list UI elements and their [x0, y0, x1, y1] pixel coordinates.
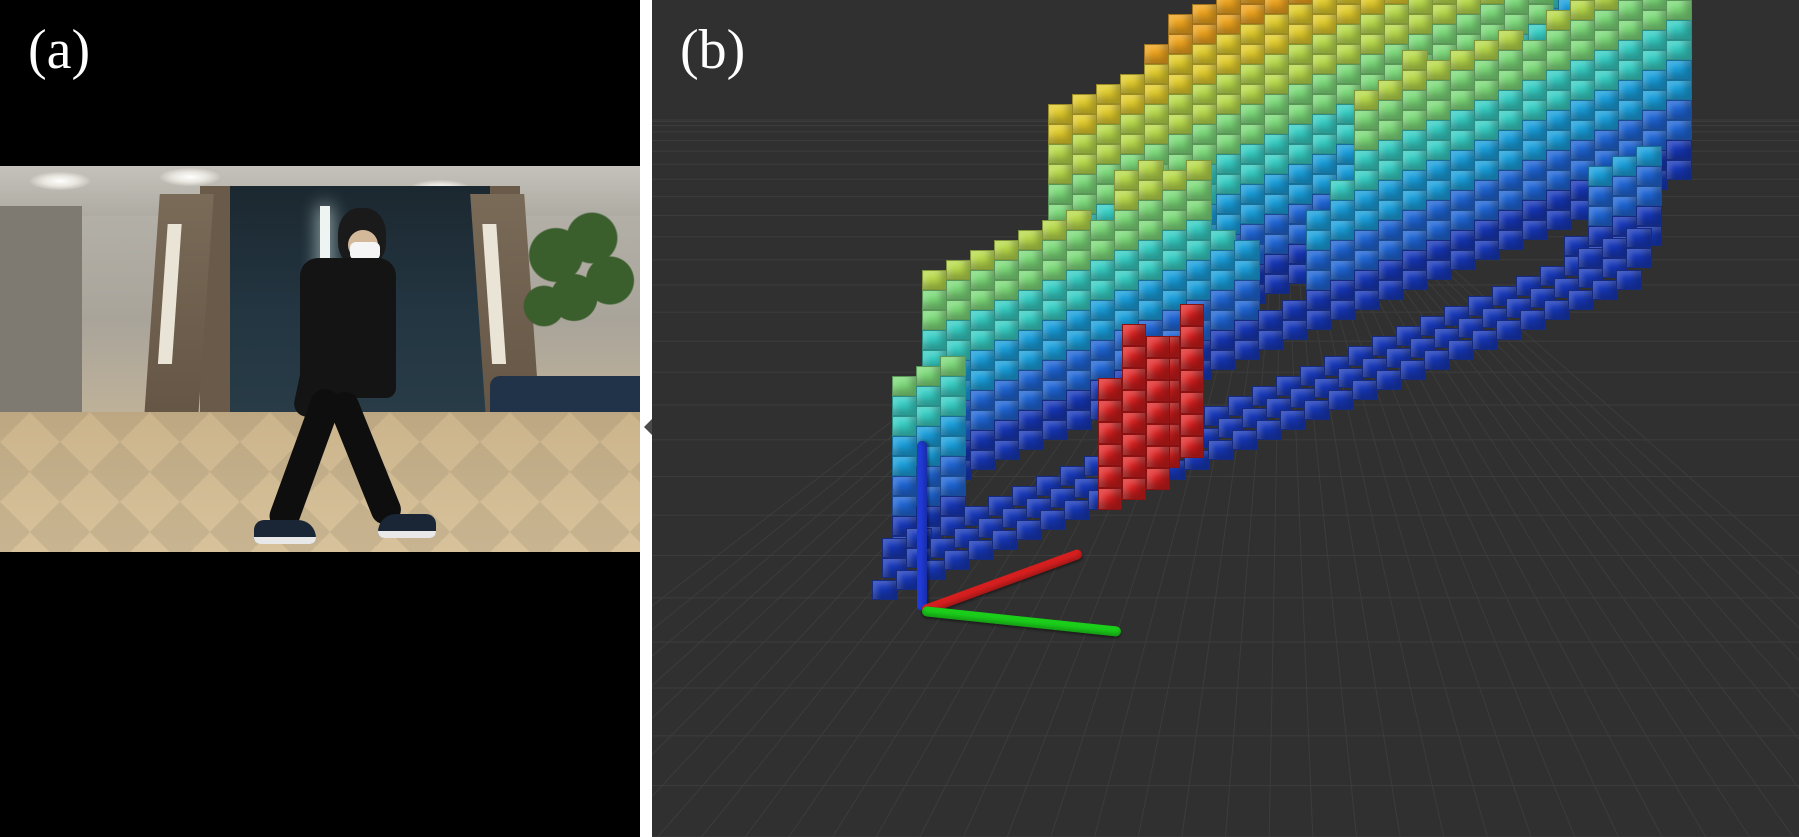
dynamic-voxel: [1122, 368, 1146, 390]
origin-gizmo: [922, 606, 923, 607]
splitter-handle-icon[interactable]: [644, 419, 652, 435]
axis-z-icon: [917, 441, 927, 611]
dynamic-voxel: [1122, 346, 1146, 368]
dynamic-voxel: [1098, 488, 1122, 510]
dynamic-voxel: [1098, 400, 1122, 422]
voxel-stage: [652, 0, 1799, 837]
dynamic-voxel: [1146, 446, 1170, 468]
door-window-icon: [482, 224, 506, 364]
dynamic-voxel: [1180, 436, 1204, 458]
shoe-icon: [254, 520, 316, 544]
dynamic-voxel: [1122, 390, 1146, 412]
pedestrian: [254, 208, 434, 538]
dynamic-voxel: [1098, 422, 1122, 444]
door-window-icon: [158, 224, 182, 364]
dynamic-voxel: [1122, 434, 1146, 456]
dynamic-voxel: [1180, 414, 1204, 436]
dynamic-voxel: [1180, 348, 1204, 370]
camera-frame: [0, 166, 640, 552]
dynamic-voxel: [1122, 478, 1146, 500]
dynamic-voxel: [1146, 336, 1170, 358]
ceiling-light-icon: [160, 168, 220, 186]
dynamic-voxel: [1146, 380, 1170, 402]
dynamic-voxel: [1146, 468, 1170, 490]
panel-b: (b): [652, 0, 1799, 837]
dynamic-voxel: [1146, 358, 1170, 380]
figure-root: (a): [0, 0, 1799, 837]
dynamic-voxel: [1098, 466, 1122, 488]
dynamic-voxel: [1146, 402, 1170, 424]
dynamic-voxels: [732, 60, 1792, 700]
panel-a-label: (a): [28, 18, 90, 82]
dynamic-voxel: [1180, 304, 1204, 326]
dynamic-voxel: [1146, 424, 1170, 446]
voxel-viewer[interactable]: [652, 0, 1799, 837]
dynamic-voxel: [1180, 392, 1204, 414]
wall-left: [0, 206, 82, 436]
dynamic-voxel: [1122, 324, 1146, 346]
shoe-icon: [378, 514, 436, 538]
dynamic-voxel: [1122, 456, 1146, 478]
dynamic-voxel: [1098, 444, 1122, 466]
ceiling-light-icon: [30, 172, 90, 190]
dynamic-voxel: [1180, 370, 1204, 392]
dynamic-voxel: [1180, 326, 1204, 348]
plant-icon: [520, 204, 640, 374]
dynamic-voxel: [1098, 378, 1122, 400]
panel-a: (a): [0, 0, 640, 837]
dynamic-voxel: [1122, 412, 1146, 434]
